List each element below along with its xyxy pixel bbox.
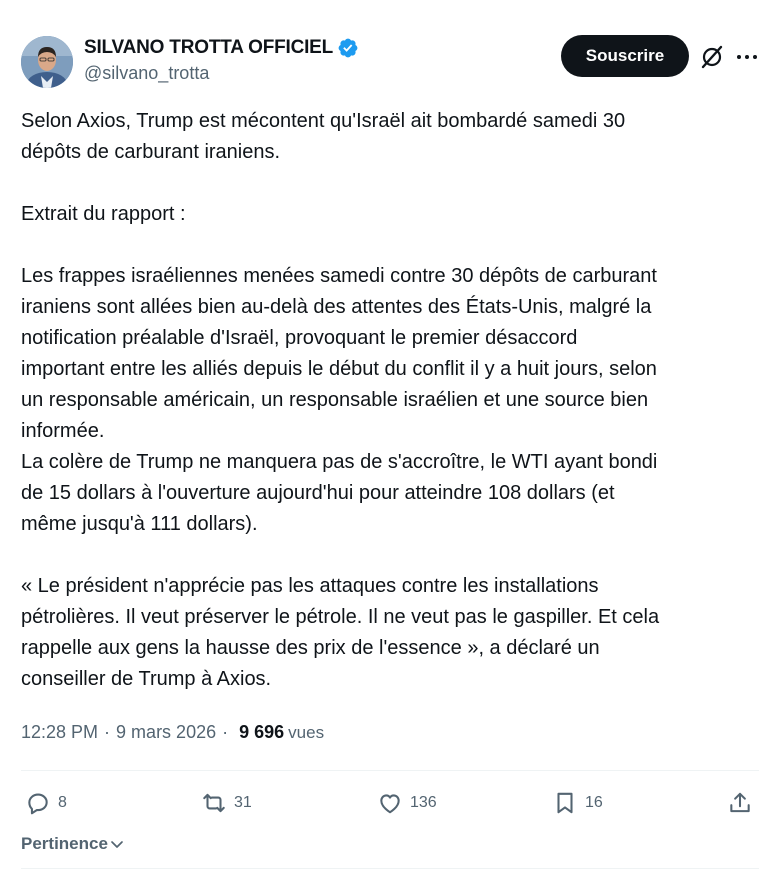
more-icon[interactable]	[734, 44, 760, 70]
bookmark-button[interactable]: 16	[552, 786, 603, 820]
grok-icon[interactable]	[699, 44, 725, 70]
verified-badge-icon[interactable]	[337, 37, 359, 59]
sort-label: Pertinence	[21, 834, 108, 853]
repost-count: 31	[234, 794, 252, 811]
chevron-down-icon	[111, 841, 123, 848]
repost-icon	[203, 793, 225, 813]
action-bar: 8 31 136 16	[21, 786, 759, 820]
like-count: 136	[410, 794, 437, 811]
meta-separator: ·	[222, 722, 229, 742]
reply-icon	[28, 793, 48, 815]
reply-button[interactable]: 8	[25, 786, 67, 820]
bookmark-icon	[557, 792, 573, 814]
reply-count: 8	[58, 794, 67, 811]
divider	[21, 770, 759, 771]
tweet-date[interactable]: 9 mars 2026	[116, 722, 216, 743]
share-icon	[730, 792, 750, 813]
tweet-time[interactable]: 12:28 PM	[21, 722, 98, 743]
meta-separator: ·	[104, 722, 111, 742]
subscribe-button[interactable]: Souscrire	[561, 35, 689, 77]
tweet-meta: 12:28 PM · 9 mars 2026 · 9 696 vues	[21, 722, 324, 743]
author-name-row: SILVANO TROTTA OFFICIEL	[84, 36, 359, 60]
bookmark-count: 16	[585, 794, 603, 811]
views-count: 9 696	[239, 722, 285, 742]
author-handle[interactable]: @silvano_trotta	[84, 63, 359, 84]
sort-dropdown[interactable]: Pertinence	[21, 834, 125, 854]
like-button[interactable]: 136	[377, 786, 437, 820]
heart-icon	[380, 794, 400, 814]
repost-button[interactable]: 31	[201, 786, 252, 820]
avatar[interactable]	[21, 36, 73, 88]
author-name[interactable]: SILVANO TROTTA OFFICIEL	[84, 37, 333, 59]
tweet-text: Selon Axios, Trump est mécontent qu'Isra…	[21, 110, 660, 690]
author-block: SILVANO TROTTA OFFICIEL @silvano_trotta	[84, 36, 359, 84]
divider	[21, 868, 759, 869]
views-label: vues	[288, 723, 325, 742]
share-button[interactable]	[727, 786, 753, 820]
